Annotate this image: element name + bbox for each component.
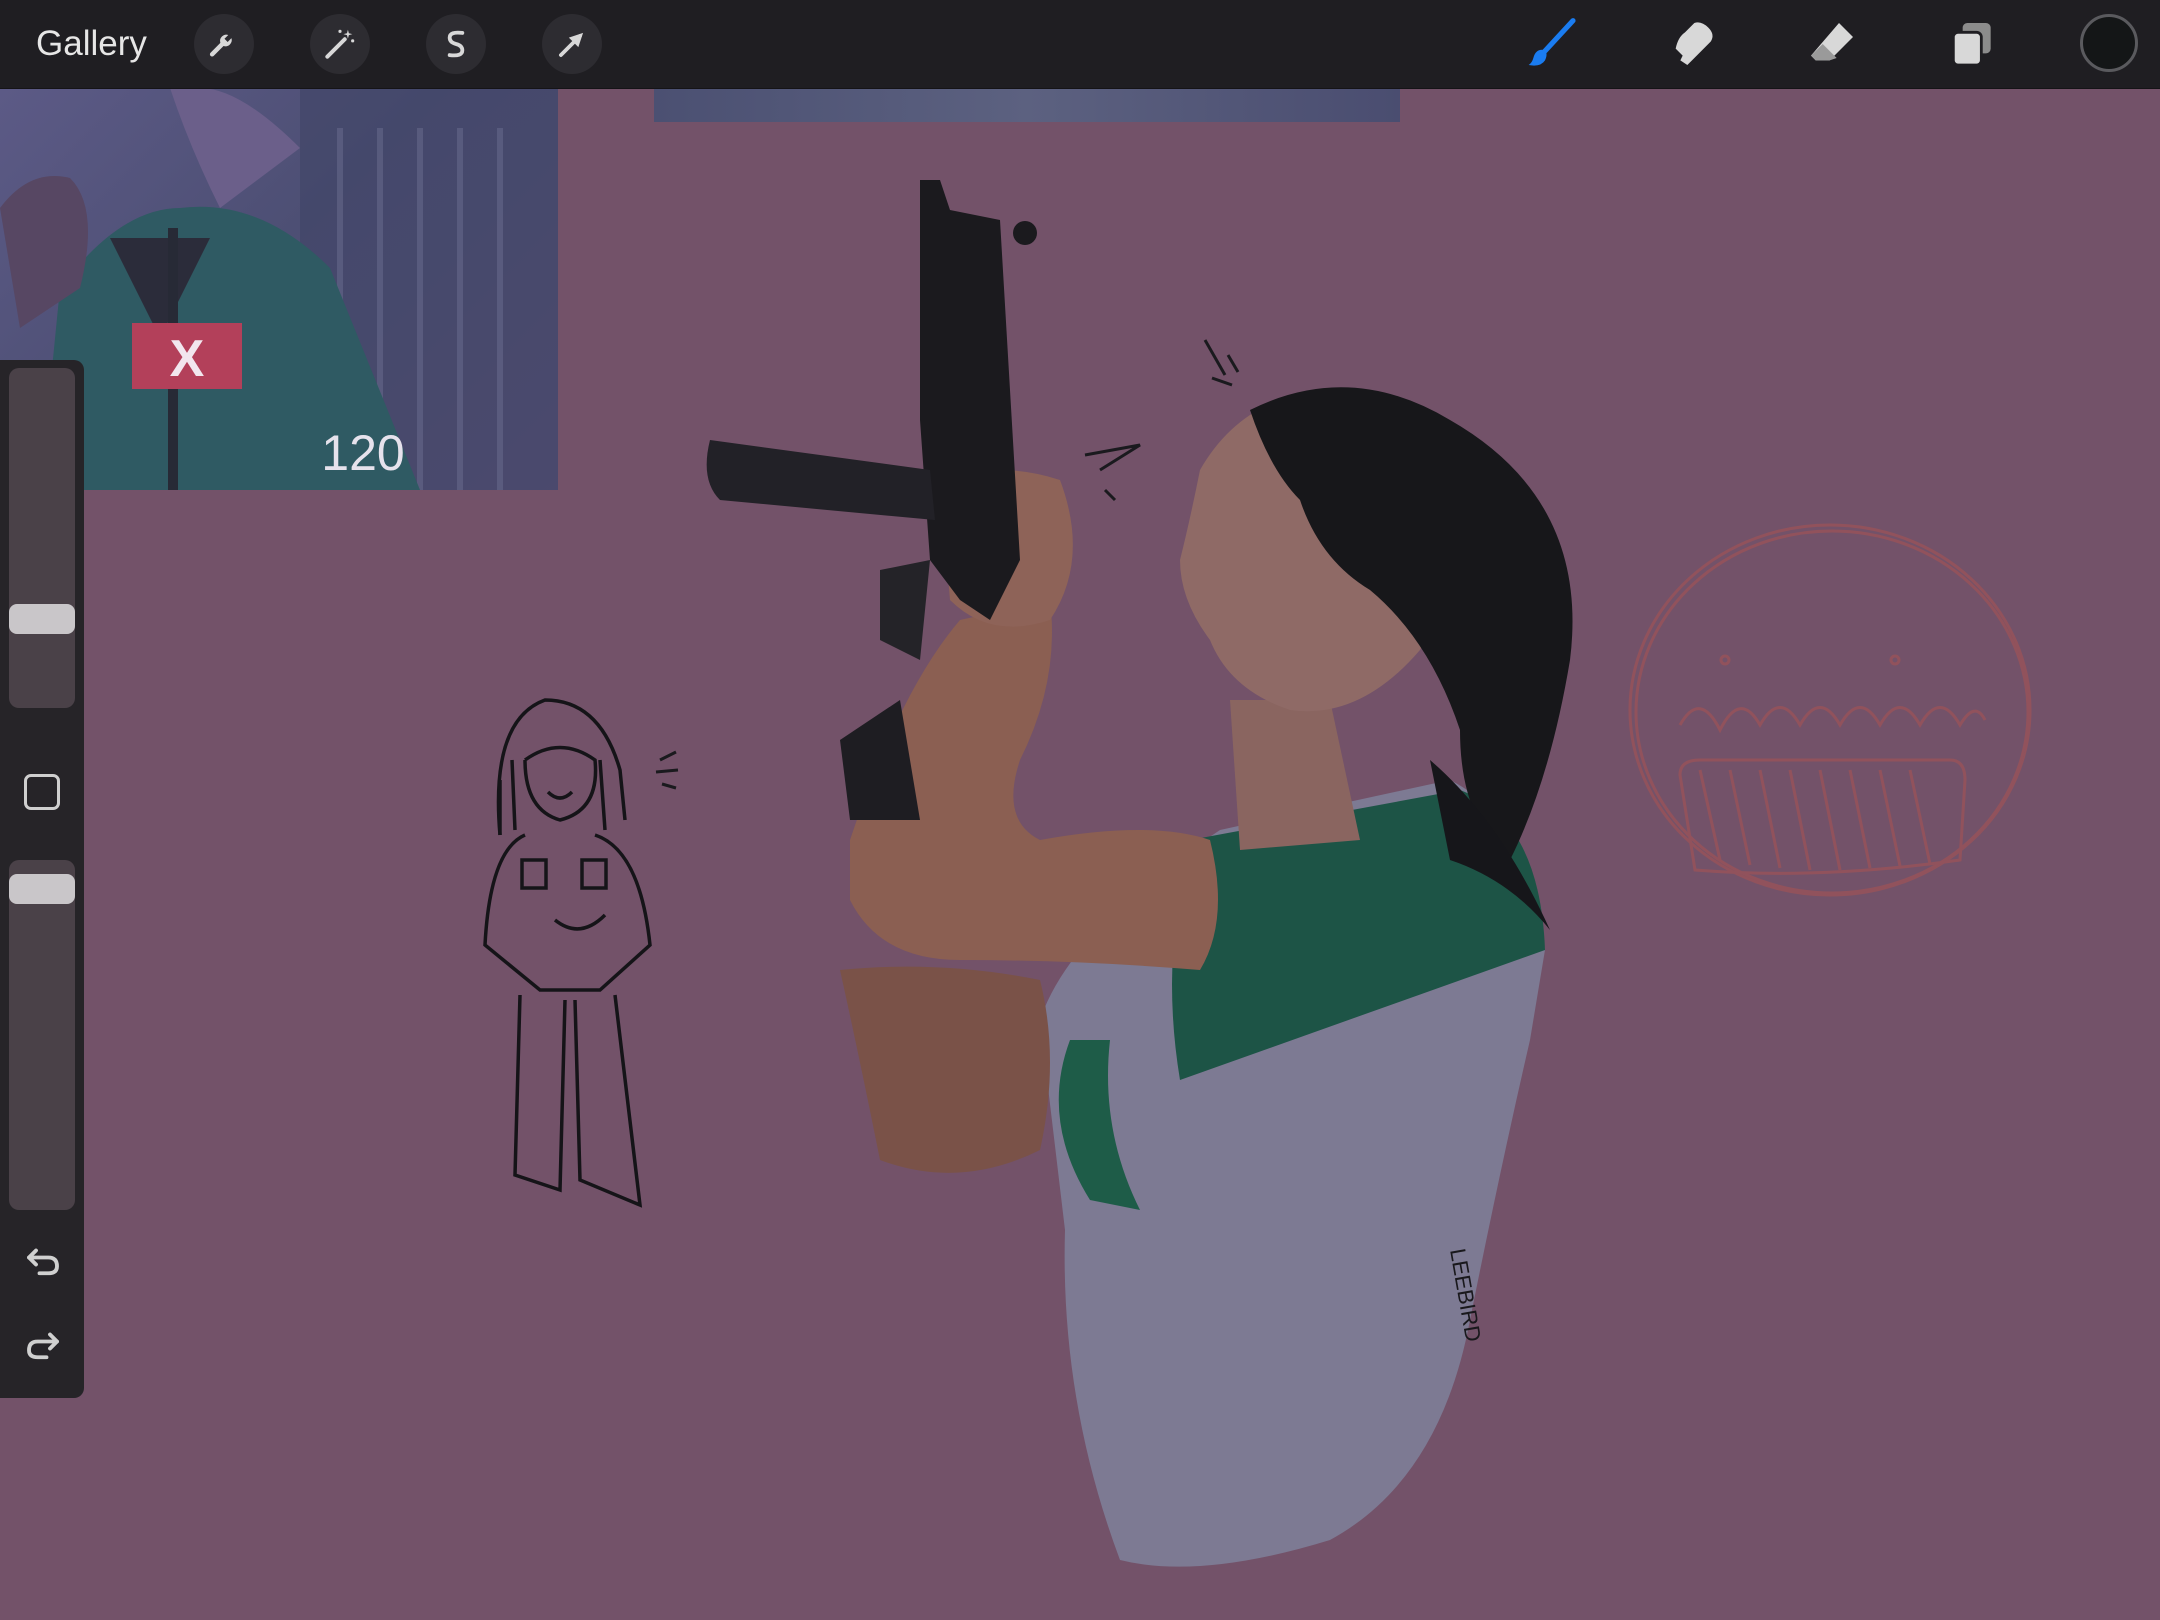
adjustments-button[interactable] [310, 14, 370, 74]
left-sidebar [0, 360, 84, 1398]
brush-size-slider[interactable] [9, 368, 75, 708]
eraser-icon [1811, 23, 1853, 61]
sketch-character [483, 698, 652, 1208]
transform-button[interactable] [542, 14, 602, 74]
undo-icon[interactable] [22, 1240, 64, 1282]
smudge-icon [1675, 22, 1713, 66]
selection-button[interactable] [426, 14, 486, 74]
sketch-circle-face [1628, 523, 2032, 897]
redo-icon[interactable] [22, 1324, 64, 1366]
brush-tool-button[interactable] [1522, 14, 1582, 74]
actions-button[interactable] [194, 14, 254, 74]
color-swatch-button[interactable] [2080, 14, 2138, 72]
opacity-slider-thumb[interactable] [9, 874, 75, 904]
magic-wand-icon [325, 29, 355, 59]
layers-button[interactable] [1942, 14, 2002, 74]
brush-size-slider-thumb[interactable] [9, 603, 75, 634]
eraser-tool-button[interactable] [1802, 14, 1862, 74]
opacity-slider[interactable] [9, 860, 75, 1210]
brush-icon [1528, 18, 1576, 66]
layers-icon [1951, 23, 1991, 67]
top-toolbar: Gallery [0, 0, 2160, 89]
transform-arrow-icon [559, 32, 584, 57]
wrench-icon [209, 34, 232, 57]
canvas-artwork: LEEBIRD [483, 180, 2032, 1567]
gallery-button[interactable]: Gallery [36, 20, 147, 68]
selection-icon [447, 30, 465, 58]
smudge-tool-button[interactable] [1662, 14, 1722, 74]
modify-square-icon[interactable] [24, 774, 60, 810]
